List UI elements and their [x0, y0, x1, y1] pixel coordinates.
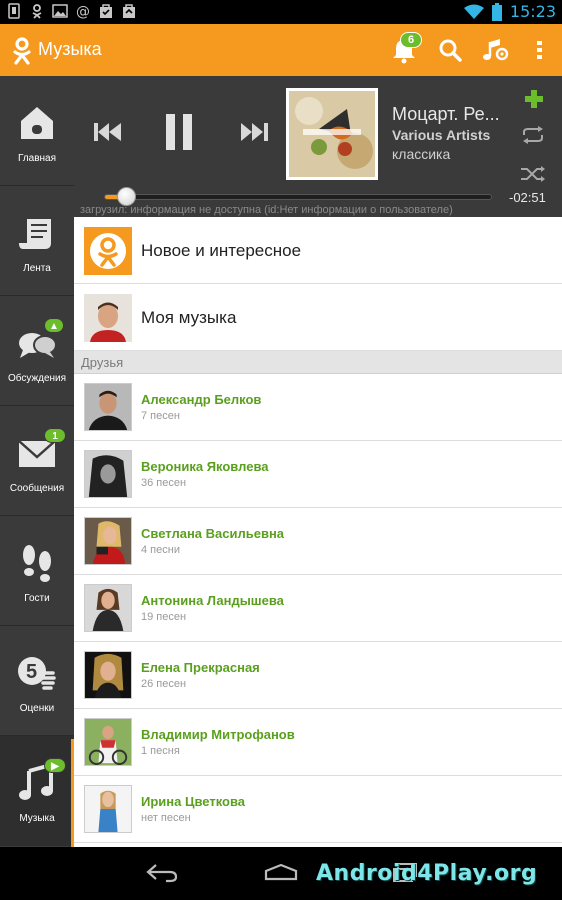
friend-row[interactable]: Вероника Яковлева 36 песен	[74, 441, 562, 508]
friend-name: Ирина Цветкова	[141, 794, 246, 809]
avatar	[84, 517, 132, 565]
sidebar-item-guests[interactable]: Гости	[0, 516, 74, 626]
home-icon	[21, 107, 53, 139]
avatar	[84, 718, 132, 766]
album-art-icon	[289, 91, 375, 177]
track-title: Моцарт. Ре...	[392, 104, 500, 124]
home-button-icon[interactable]	[264, 863, 298, 881]
song-count: 7 песен	[141, 410, 180, 422]
song-count: нет песен	[141, 812, 191, 824]
friend-name: Светлана Васильевна	[141, 526, 285, 541]
friend-row[interactable]: Антонина Ландышева 19 песен	[74, 575, 562, 642]
track-genre: классика	[392, 146, 451, 162]
time-remaining: -02:51	[509, 190, 546, 205]
messages-badge: 1	[44, 428, 66, 443]
friend-name: Владимир Митрофанов	[141, 727, 295, 742]
svg-text:@: @	[76, 4, 90, 19]
friend-name: Вероника Яковлева	[141, 459, 269, 474]
avatar	[84, 651, 132, 699]
sidebar-item-home[interactable]: Главная	[0, 76, 74, 186]
sidebar-item-label: Сообщения	[9, 483, 65, 494]
sidebar-item-discussions[interactable]: ▲ Обсуждения	[0, 296, 74, 406]
battery-icon	[491, 2, 502, 21]
friend-row[interactable]: Ирина Цветкова нет песен	[74, 776, 562, 843]
overflow-menu-icon[interactable]	[526, 36, 554, 64]
music-list: Новое и интересное Моя музыка Друзья Але…	[74, 217, 562, 847]
friend-name: Антонина Ландышева	[141, 593, 284, 608]
album-cover[interactable]	[286, 88, 378, 180]
ok-logo-icon[interactable]	[12, 37, 32, 65]
play-icon: ▶	[44, 758, 66, 773]
at-icon: @	[76, 4, 90, 19]
friend-row[interactable]: Елена Прекрасная 26 песен	[74, 642, 562, 709]
section-title: Друзья	[74, 351, 562, 374]
sidebar-item-music[interactable]: ▶ Музыка	[0, 736, 74, 846]
ratings-icon: 5	[18, 657, 56, 690]
svg-text:5: 5	[26, 661, 37, 683]
sidebar-item-label: Главная	[17, 153, 57, 164]
ok-logo-icon	[84, 227, 132, 275]
check-bag-icon	[100, 4, 112, 18]
track-artist: Various Artists	[392, 127, 491, 143]
repeat-icon[interactable]	[520, 126, 546, 144]
action-bar: Музыка 6	[0, 24, 562, 76]
avatar	[84, 383, 132, 431]
song-count: 1 песня	[141, 745, 180, 757]
song-count: 26 песен	[141, 678, 187, 690]
usb-debug-icon	[8, 3, 20, 19]
previous-track-icon[interactable]	[94, 122, 122, 142]
page-title: Музыка	[38, 39, 102, 59]
sidebar-item-messages[interactable]: 1 Сообщения	[0, 406, 74, 516]
list-item-label: Моя музыка	[141, 308, 237, 327]
bag-icon	[123, 4, 135, 18]
sidebar-item-label: Обсуждения	[7, 373, 67, 384]
status-bar: @ 15:23	[0, 0, 562, 24]
avatar	[84, 294, 132, 342]
add-icon[interactable]	[525, 90, 543, 108]
pause-icon[interactable]	[166, 114, 192, 150]
song-count: 19 песен	[141, 611, 187, 623]
guests-icon	[23, 545, 51, 582]
sidebar-item-label: Музыка	[19, 813, 55, 824]
sidebar-item-label: Лента	[23, 263, 51, 274]
song-count: 36 песен	[141, 477, 187, 489]
clock: 15:23	[509, 2, 556, 21]
music-player: Моцарт. Ре... Various Artists классика -…	[74, 76, 562, 217]
ok-notify-icon	[32, 4, 42, 19]
watermark: Android4Play.org	[316, 861, 538, 886]
uploader-info: загрузил: информация не доступна (id:Нет…	[80, 204, 453, 216]
thumb-up-icon: ▲	[44, 318, 64, 333]
friend-row[interactable]: Александр Белков 7 песен	[74, 374, 562, 441]
song-count: 4 песни	[141, 544, 180, 556]
avatar	[84, 785, 132, 833]
avatar	[84, 450, 132, 498]
music-settings-icon[interactable]	[481, 36, 509, 64]
wifi-icon	[463, 4, 484, 19]
sidebar-item-label: Оценки	[19, 703, 55, 714]
avatar	[84, 584, 132, 632]
sidebar-item-label: Гости	[24, 593, 50, 604]
system-nav-bar: Android4Play.org	[0, 847, 562, 900]
list-item-label: Новое и интересное	[141, 241, 302, 260]
seek-bar[interactable]	[104, 194, 492, 200]
list-item-my-music[interactable]: Моя музыка	[74, 284, 562, 351]
image-icon	[52, 4, 68, 18]
list-item-new-interesting[interactable]: Новое и интересное	[74, 217, 562, 284]
sidebar-item-ratings[interactable]: 5 Оценки	[0, 626, 74, 736]
notifications-badge: 6	[400, 32, 422, 48]
back-icon[interactable]	[146, 863, 178, 883]
friend-row[interactable]: Светлана Васильевна 4 песни	[74, 508, 562, 575]
sidebar-nav: Главная Лента ▲ Обсуждения 1 Сообщения Г…	[0, 76, 74, 847]
sidebar-item-feed[interactable]: Лента	[0, 186, 74, 296]
friend-name: Елена Прекрасная	[141, 660, 260, 675]
feed-icon	[19, 219, 51, 249]
friend-row[interactable]: Владимир Митрофанов 1 песня	[74, 709, 562, 776]
shuffle-icon[interactable]	[520, 165, 546, 183]
friend-name: Александр Белков	[141, 392, 262, 407]
search-icon[interactable]	[436, 36, 464, 64]
next-track-icon[interactable]	[240, 122, 268, 142]
